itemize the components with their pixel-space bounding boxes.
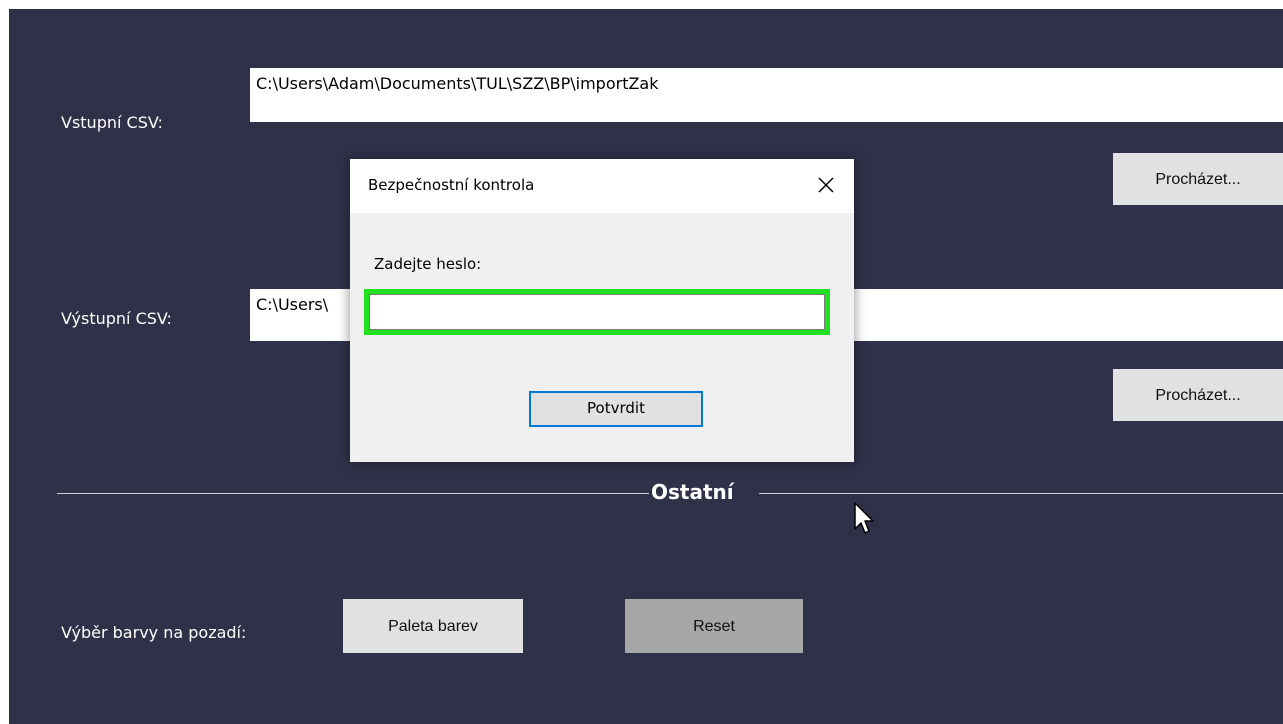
reset-button[interactable]: Reset xyxy=(625,599,803,653)
section-title-ostatni: Ostatní xyxy=(651,480,734,504)
close-icon[interactable] xyxy=(808,167,844,203)
dialog-titlebar: Bezpečnostní kontrola xyxy=(350,159,854,213)
input-csv-label: Vstupní CSV: xyxy=(61,113,163,132)
password-input[interactable] xyxy=(369,294,825,330)
mouse-cursor-icon xyxy=(847,499,877,539)
section-divider-right xyxy=(759,493,1283,494)
browse-input-button[interactable]: Procházet... xyxy=(1113,153,1283,205)
password-prompt-label: Zadejte heslo: xyxy=(374,255,482,273)
security-check-dialog: Bezpečnostní kontrola Zadejte heslo: Pot… xyxy=(350,159,854,462)
section-divider-left xyxy=(57,493,649,494)
background-color-label: Výběr barvy na pozadí: xyxy=(61,623,247,642)
confirm-button[interactable]: Potvrdit xyxy=(529,391,703,427)
color-palette-button[interactable]: Paleta barev xyxy=(343,599,523,653)
input-csv-path-field[interactable]: C:\Users\Adam\Documents\TUL\SZZ\BP\impor… xyxy=(250,68,1283,122)
dialog-title: Bezpečnostní kontrola xyxy=(368,176,535,194)
output-csv-label: Výstupní CSV: xyxy=(61,309,172,328)
browse-output-button[interactable]: Procházet... xyxy=(1113,369,1283,421)
password-input-highlight xyxy=(364,289,830,335)
